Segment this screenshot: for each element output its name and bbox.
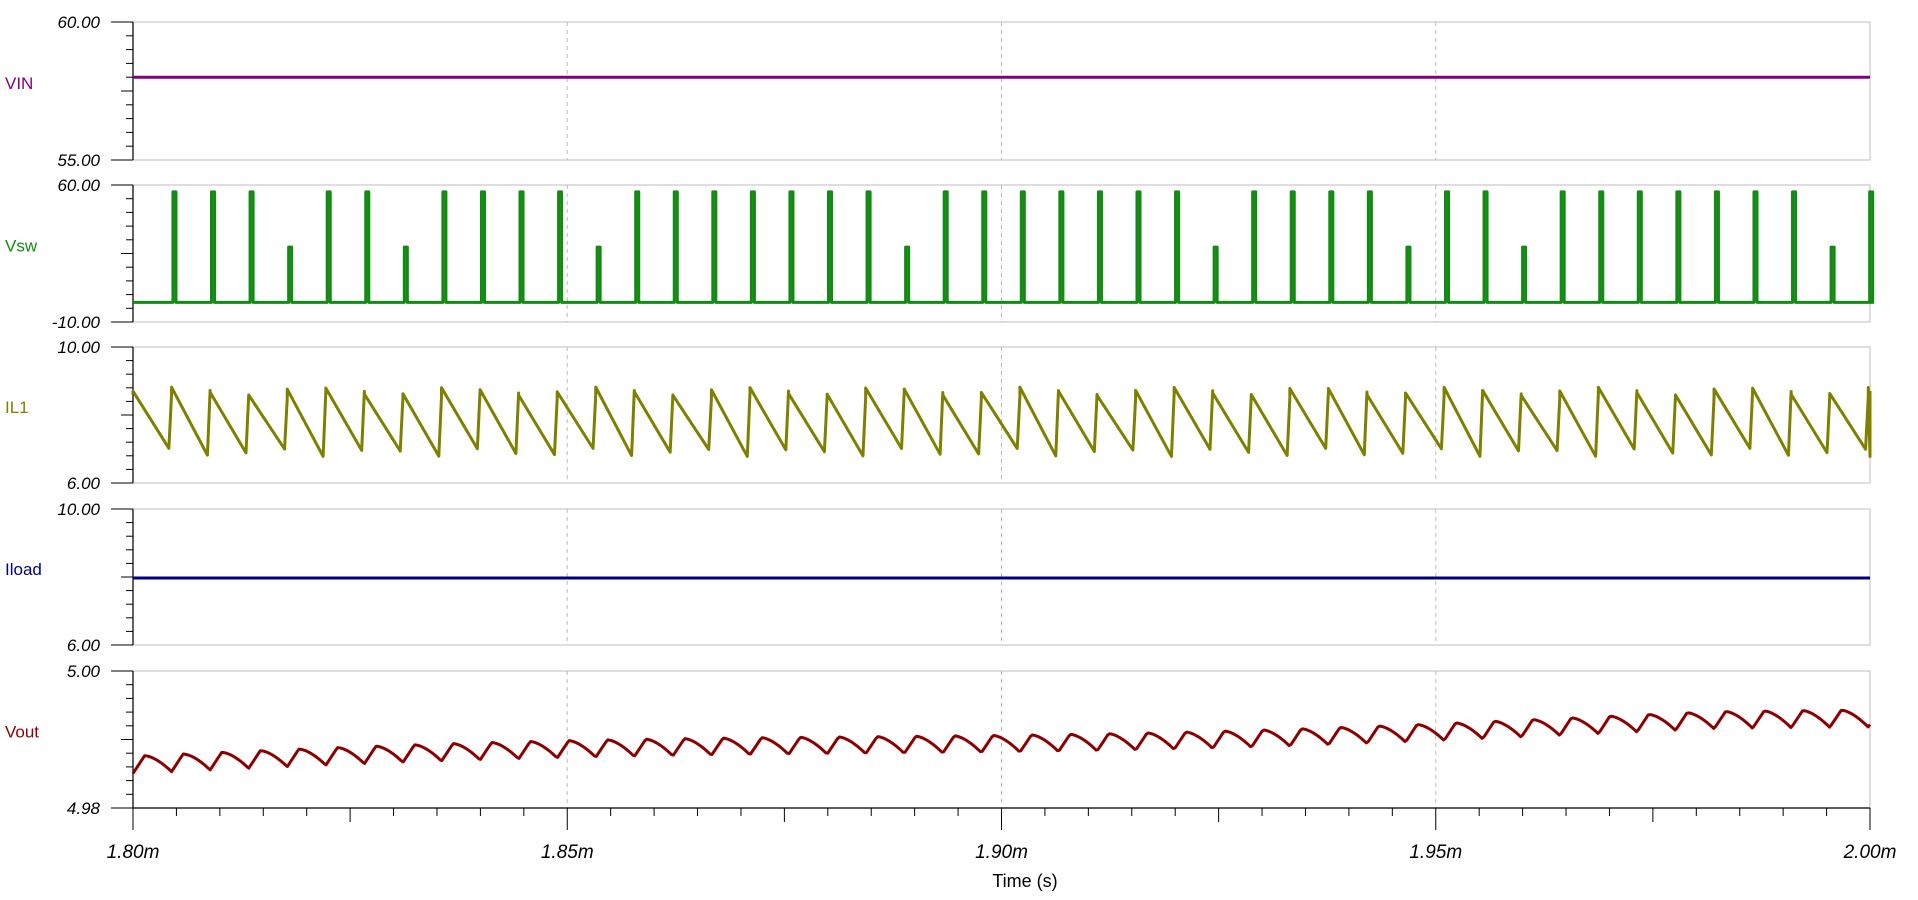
series-label: VIN xyxy=(5,74,33,93)
y-tick-label: 60.00 xyxy=(57,13,100,32)
x-axis: 1.80m 1.85m 1.90m 1.95m 2.00m xyxy=(107,807,1897,863)
y-tick-label: 6.00 xyxy=(67,474,101,493)
series-label: Vout xyxy=(5,723,39,742)
y-tick-label: 10.00 xyxy=(57,338,100,357)
plot-frame xyxy=(132,21,1871,161)
series-label: Vsw xyxy=(5,237,38,256)
series-label: Iload xyxy=(5,560,42,579)
y-tick-label: 60.00 xyxy=(57,176,100,195)
panel-vin: 60.00 55.00 VIN xyxy=(5,13,1871,170)
x-tick-label: 1.95m xyxy=(1409,842,1462,863)
y-tick-label: 10.00 xyxy=(57,500,100,519)
series-label: IL1 xyxy=(5,398,29,417)
x-tick-label: 1.80m xyxy=(107,842,160,863)
panel-il1: 10.00 6.00 IL1 xyxy=(5,338,1872,493)
waveform-chart: 60.0055.00VIN60.00-10.00Vsw10.006.00IL11… xyxy=(5,13,1897,891)
panel-vsw: 60.00 -10.00 Vsw xyxy=(5,176,1875,332)
y-tick-label: 55.00 xyxy=(57,151,100,170)
x-tick-label: 1.85m xyxy=(541,842,594,863)
panel-iload: 10.00 6.00 Iload xyxy=(5,500,1871,655)
x-tick-label: 1.90m xyxy=(975,842,1028,863)
y-tick-label: 4.98 xyxy=(67,799,101,818)
y-tick-label: -10.00 xyxy=(52,313,101,332)
y-tick-label: 5.00 xyxy=(67,662,101,681)
panels-group: 60.0055.00VIN60.00-10.00Vsw10.006.00IL11… xyxy=(5,13,1875,818)
x-tick-label: 2.00m xyxy=(1843,842,1897,863)
x-axis-label: Time (s) xyxy=(992,871,1057,891)
y-tick-label: 6.00 xyxy=(67,636,101,655)
panel-vout: 5.00 4.98 Vout xyxy=(5,662,1872,818)
